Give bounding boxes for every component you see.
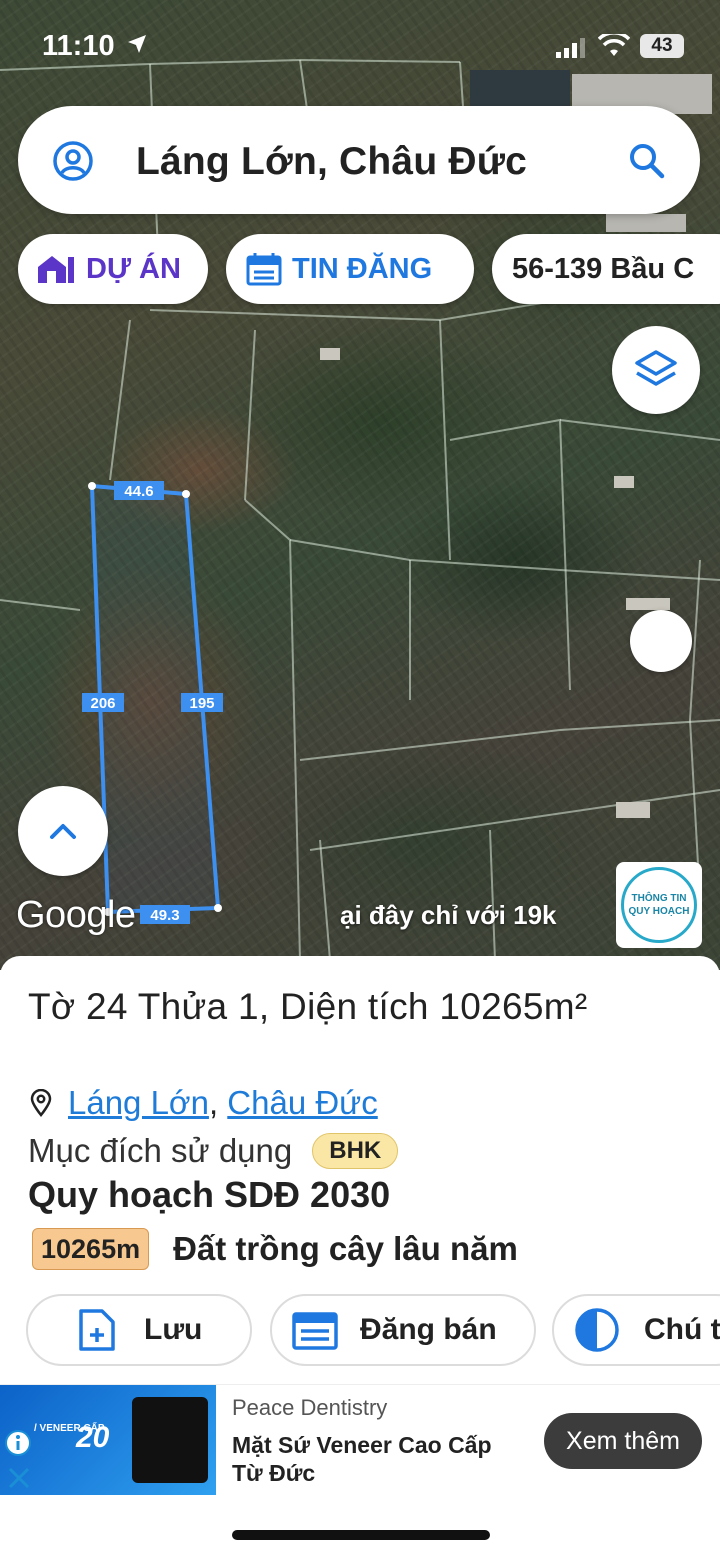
status-time: 11:10 — [42, 30, 115, 62]
plan-area-badge: 10265m — [32, 1228, 150, 1270]
save-button-label: Lưu — [144, 1313, 203, 1346]
satellite-map[interactable]: 44.6 206 195 49.3 11:10 43 Láng Lớn, Châ… — [0, 0, 720, 970]
cellular-signal-icon — [556, 38, 585, 58]
building-icon — [38, 256, 74, 283]
ad-image[interactable]: / VENEER CẤP 20 — [0, 1385, 216, 1495]
search-icon[interactable] — [628, 142, 666, 180]
dim-bottom: 49.3 — [150, 907, 179, 924]
ward-link[interactable]: Láng Lớn — [68, 1084, 209, 1122]
layers-icon — [635, 350, 677, 386]
chevron-up-icon — [50, 824, 76, 839]
usage-code-badge: BHK — [312, 1133, 399, 1169]
note-button[interactable]: Chú t — [552, 1294, 720, 1366]
search-query[interactable]: Láng Lớn, Châu Đức — [136, 140, 527, 184]
home-indicator[interactable] — [232, 1530, 490, 1540]
location-separator: , — [208, 1084, 219, 1121]
battery-indicator: 43 — [640, 34, 684, 58]
chip-address-label: 56-139 Bầu C — [512, 252, 695, 285]
status-bar: 11:10 43 — [0, 0, 720, 92]
usage-row: Mục đích sử dụng BHK — [28, 1132, 399, 1170]
floating-circle-button[interactable] — [630, 610, 692, 672]
planning-badge-line1: THÔNG TIN — [631, 893, 687, 904]
chip-listings-label: TIN ĐĂNG — [292, 252, 433, 285]
ad-headline: Mặt Sứ Veneer Cao Cấp Từ Đức — [232, 1432, 492, 1486]
location-arrow-icon — [128, 35, 146, 53]
parcel-info-sheet: Tờ 24 Thửa 1, Diện tích 10265m² Láng Lớn… — [0, 956, 720, 1386]
chip-listings[interactable]: TIN ĐĂNG — [226, 234, 474, 304]
dim-left: 206 — [90, 695, 115, 712]
calendar-list-icon — [292, 1312, 338, 1350]
parcel-title: Tờ 24 Thửa 1, Diện tích 10265m² — [28, 986, 588, 1027]
half-circle-icon — [575, 1308, 619, 1352]
plan-title: Quy hoạch SDĐ 2030 — [28, 1174, 391, 1215]
chip-projects[interactable]: DỰ ÁN — [18, 234, 208, 304]
promo-marquee[interactable]: ại đây chỉ với 19k — [340, 900, 557, 931]
save-button[interactable]: Lưu — [26, 1294, 252, 1366]
wifi-icon — [598, 34, 630, 56]
planning-info-badge[interactable]: THÔNG TIN QUY HOẠCH — [616, 862, 702, 948]
calendar-list-icon — [246, 253, 282, 286]
add-file-icon — [79, 1309, 115, 1351]
parcel-location: Láng Lớn, Châu Đức — [30, 1084, 378, 1122]
ad-photo — [132, 1397, 208, 1483]
dim-right: 195 — [189, 695, 214, 712]
plan-description: Đất trồng cây lâu năm — [173, 1230, 518, 1267]
search-bar[interactable]: Láng Lớn, Châu Đức — [18, 106, 700, 214]
note-button-label: Chú t — [644, 1313, 720, 1346]
plan-row: 10265m Đất trồng cây lâu năm — [32, 1228, 518, 1270]
ad-brand: Peace Dentistry — [232, 1395, 388, 1420]
chip-projects-label: DỰ ÁN — [86, 252, 181, 285]
account-icon[interactable] — [52, 140, 94, 182]
chip-address[interactable]: 56-139 Bầu C — [492, 234, 720, 304]
ad-close-icon[interactable] — [6, 1465, 32, 1491]
ad-info-icon[interactable] — [4, 1429, 32, 1457]
ad-cta-button[interactable]: Xem thêm — [544, 1413, 702, 1469]
district-link[interactable]: Châu Đức — [227, 1084, 377, 1122]
location-pin-icon — [30, 1089, 52, 1117]
dim-top: 44.6 — [124, 483, 153, 500]
ad-banner[interactable]: / VENEER CẤP 20 Peace Dentistry Mặt Sứ V… — [0, 1384, 720, 1495]
post-for-sale-button[interactable]: Đăng bán — [270, 1294, 536, 1366]
expand-sheet-button[interactable] — [18, 786, 108, 876]
layers-button[interactable] — [612, 326, 700, 414]
google-logo: Google — [16, 894, 136, 936]
usage-label: Mục đích sử dụng — [28, 1132, 293, 1169]
planning-badge-line2: QUY HOẠCH — [628, 906, 690, 917]
ad-discount: 20 — [76, 1421, 110, 1454]
post-for-sale-label: Đăng bán — [360, 1313, 497, 1346]
